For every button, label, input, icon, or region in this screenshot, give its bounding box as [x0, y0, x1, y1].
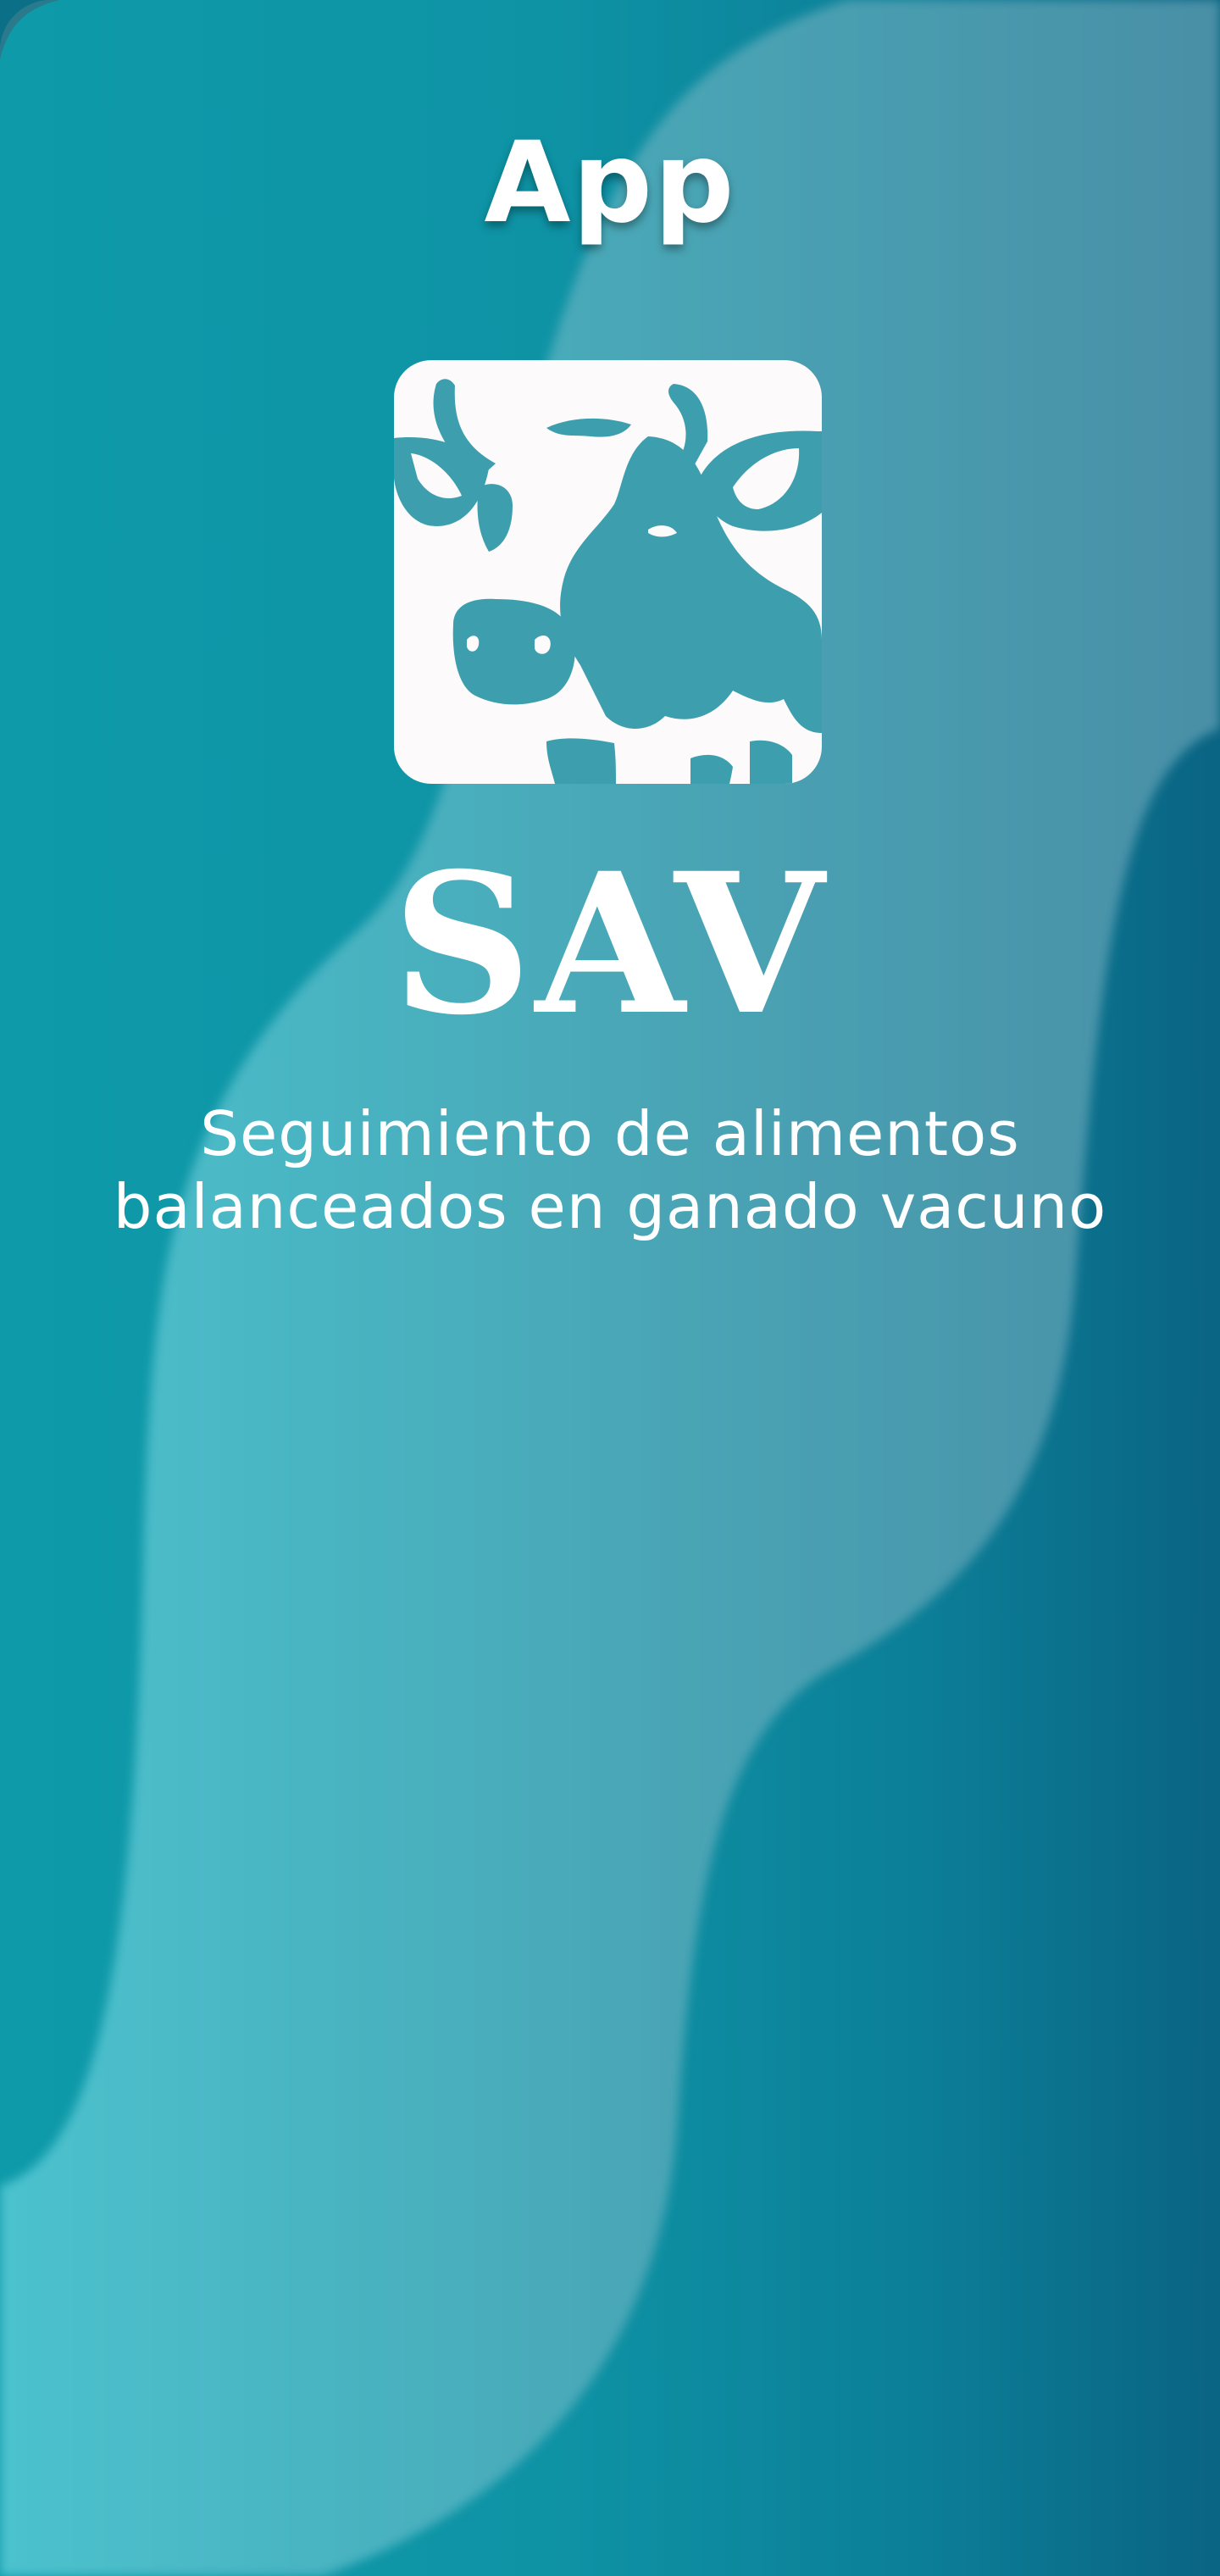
cow-head-icon — [394, 379, 822, 784]
app-title: App — [484, 118, 736, 248]
tagline-line-2: balanceados en ganado vacuno — [113, 1171, 1107, 1242]
corner-shade — [0, 0, 59, 59]
splash-screen: App SAV Seguimiento de alimentos balance… — [0, 0, 1220, 2576]
brand-name: SAV — [392, 830, 828, 1058]
app-tagline: Seguimiento de alimentos balanceados en … — [0, 1097, 1220, 1243]
app-logo — [394, 360, 822, 784]
tagline-line-1: Seguimiento de alimentos — [200, 1098, 1020, 1169]
